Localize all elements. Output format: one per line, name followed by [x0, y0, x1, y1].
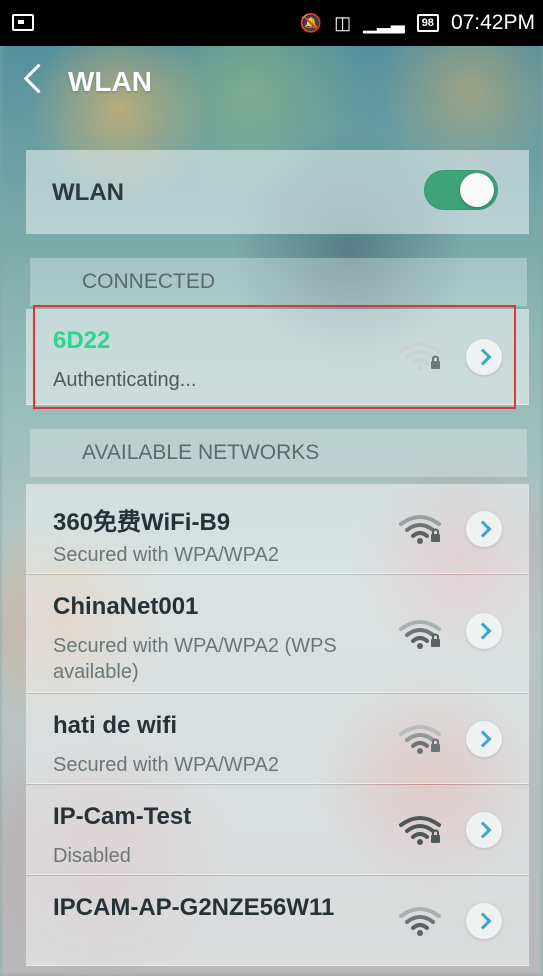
wlan-toggle-label: WLAN	[52, 179, 124, 206]
network-details-button[interactable]	[466, 812, 502, 848]
wlan-toggle-row[interactable]: WLAN	[26, 150, 529, 234]
section-available: AVAILABLE NETWORKS	[30, 429, 527, 477]
signal-icon: ▁▂▃	[363, 12, 405, 33]
network-name: IP-Cam-Test	[53, 803, 192, 830]
page-title: WLAN	[68, 66, 152, 97]
screenshot-icon	[12, 14, 34, 31]
status-bar: 🔕 ◫ ▁▂▃ 98 07:42PM	[0, 0, 543, 46]
network-row-3[interactable]: hati de wifi Secured with WPA/WPA2	[26, 694, 529, 784]
network-name: hati de wifi	[53, 712, 178, 739]
network-name: IPCAM-AP-G2NZE56W11	[53, 894, 335, 921]
network-name: ChinaNet001	[53, 593, 199, 620]
network-status: Secured with WPA/WPA2	[53, 544, 279, 566]
wifi-lock-icon	[399, 620, 441, 649]
network-name: 360免费WiFi-B9	[53, 509, 231, 536]
network-row-1[interactable]: 360免费WiFi-B9 Secured with WPA/WPA2	[26, 484, 529, 574]
sim-disabled-icon: ◫	[334, 12, 352, 33]
wlan-toggle-switch[interactable]	[424, 170, 498, 210]
status-icons: 🔕 ◫ ▁▂▃ 98 07:42PM	[300, 0, 535, 46]
toggle-knob	[460, 173, 494, 207]
mute-icon: 🔕	[299, 12, 323, 33]
network-status: Secured with WPA/WPA2	[53, 754, 279, 776]
chevron-left-icon[interactable]	[23, 63, 54, 94]
network-row-4[interactable]: IP-Cam-Test Disabled	[26, 785, 529, 875]
section-connected: CONNECTED	[30, 258, 527, 306]
wifi-lock-icon	[399, 816, 441, 845]
network-details-button[interactable]	[466, 903, 502, 939]
highlight-frame	[33, 305, 516, 409]
network-details-button[interactable]	[466, 613, 502, 649]
clock: 07:42PM	[450, 11, 535, 34]
wifi-lock-icon	[399, 515, 441, 544]
network-status: Disabled	[53, 845, 131, 867]
network-row-2[interactable]: ChinaNet001 Secured with WPA/WPA2 (WPS a…	[26, 575, 529, 693]
wifi-icon	[399, 907, 441, 936]
wifi-lock-icon	[399, 725, 441, 754]
network-details-button[interactable]	[466, 721, 502, 757]
network-details-button[interactable]	[466, 511, 502, 547]
network-status: Secured with WPA/WPA2 (WPS available)	[53, 635, 337, 683]
network-row-5[interactable]: IPCAM-AP-G2NZE56W11	[26, 876, 529, 966]
battery-icon: 98	[416, 14, 439, 32]
app-bar: WLAN	[0, 46, 543, 118]
